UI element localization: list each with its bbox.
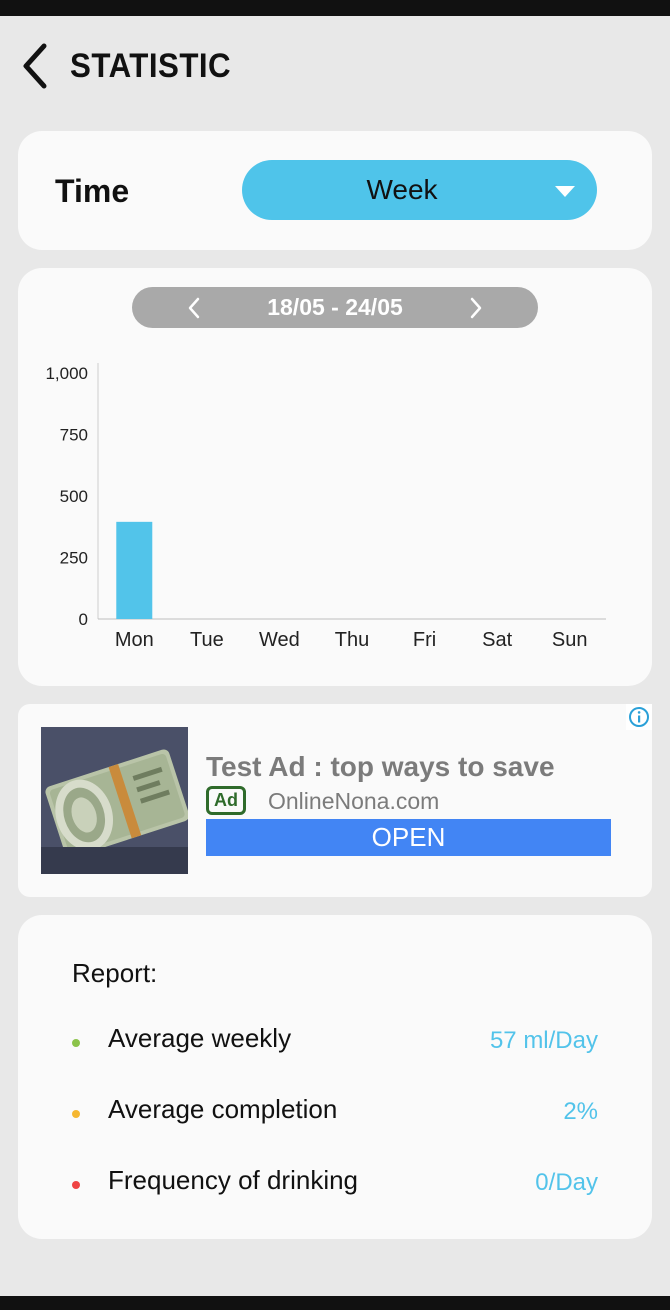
report-label: Frequency of drinking: [108, 1165, 359, 1195]
ad-badge: Ad: [206, 786, 246, 815]
report-value: 0/Day: [535, 1169, 598, 1196]
ad-title: Test Ad : top ways to save: [206, 751, 555, 782]
y-tick-label: 500: [60, 487, 88, 506]
x-tick-label: Sun: [552, 629, 588, 651]
status-bar: [0, 0, 670, 16]
y-tick-label: 250: [60, 549, 88, 568]
report-value: 2%: [563, 1098, 598, 1125]
report-dot: [72, 1181, 80, 1189]
ad-domain: OnlineNona.com: [268, 788, 440, 814]
report-row-average-completion: Average completion 2%: [18, 1094, 652, 1134]
x-tick-label: Sat: [482, 629, 512, 651]
x-tick-label: Thu: [335, 629, 369, 651]
report-dot: [72, 1039, 80, 1047]
info-icon: [629, 707, 649, 727]
ad-banner[interactable]: Test Ad : top ways to save Ad OnlineNona…: [18, 704, 652, 897]
chevron-right-icon: [470, 297, 482, 318]
report-value: 57 ml/Day: [489, 1027, 598, 1054]
report-dot: [72, 1110, 80, 1118]
triangle-down-icon: [555, 186, 575, 197]
time-filter-card: Time Week: [18, 131, 652, 250]
chart-card: 0 250 500 750 1,000 Mon Tue Wed Thu Fri Sat Sun 18/…: [18, 268, 652, 686]
x-tick-label: Wed: [259, 629, 300, 651]
bar-mon: [116, 521, 153, 619]
back-button[interactable]: [0, 16, 70, 116]
x-tick-label: Fri: [413, 629, 436, 651]
report-label: Average completion: [108, 1094, 338, 1124]
time-period-selected: Week: [366, 174, 438, 205]
report-label: Average weekly: [108, 1023, 292, 1053]
navigation-bar: [0, 1296, 670, 1310]
header: STATISTIC: [0, 16, 670, 116]
ad-image: [41, 727, 188, 874]
report-row-frequency-of-drinking: Frequency of drinking 0/Day: [18, 1165, 652, 1205]
next-week-button[interactable]: [456, 291, 496, 324]
report-card: Report: Average weekly 57 ml/Day Average…: [18, 915, 652, 1239]
x-tick-label: Tue: [190, 629, 224, 651]
chevron-left-icon: [23, 43, 47, 89]
time-period-dropdown[interactable]: Week: [242, 160, 597, 220]
page-title: STATISTIC: [70, 46, 232, 85]
y-tick-label: 750: [60, 426, 88, 445]
time-label: Time: [55, 173, 130, 209]
date-range-selector: 18/05 - 24/05: [132, 287, 538, 328]
report-title: Report:: [72, 958, 158, 988]
ad-open-button[interactable]: OPEN: [206, 819, 611, 856]
y-tick-label: 1,000: [45, 364, 88, 383]
report-row-average-weekly: Average weekly 57 ml/Day: [18, 1023, 652, 1063]
ad-info-button[interactable]: [626, 704, 652, 730]
money-roll-image: [41, 727, 188, 874]
y-tick-label: 0: [79, 610, 88, 629]
x-tick-label: Mon: [115, 629, 154, 651]
date-range-text: 18/05 - 24/05: [267, 294, 403, 320]
bar-chart: 0 250 500 750 1,000 Mon Tue Wed Thu Fri Sat Sun: [45, 363, 606, 651]
